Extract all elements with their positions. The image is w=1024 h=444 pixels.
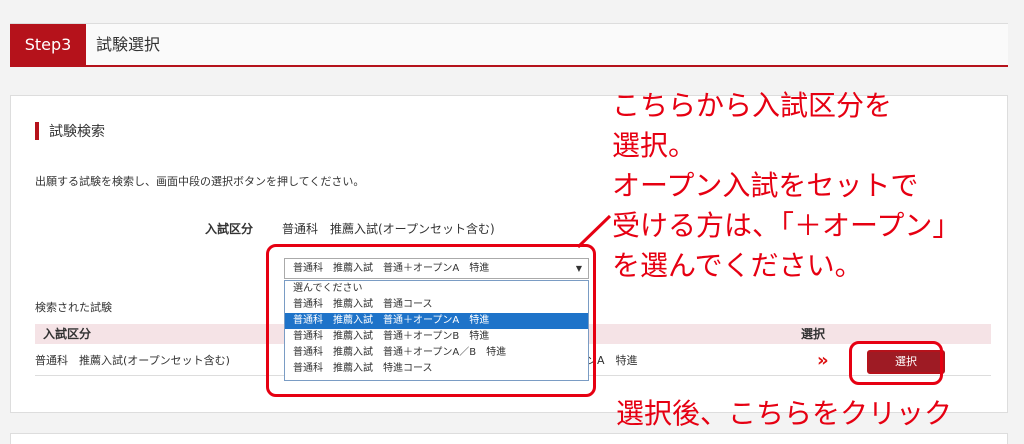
section-description: 出願する試験を検索し、画面中段の選択ボタンを押してください。 <box>35 175 365 188</box>
button-highlight-box <box>849 341 943 385</box>
entrance-category-label: 入試区分 <box>205 222 254 236</box>
row-category: 普通科 推薦入試(オープンセット含む) <box>35 354 230 367</box>
next-panel <box>10 433 1008 444</box>
step-badge: Step3 <box>10 24 86 66</box>
found-exams-label: 検索された試験 <box>35 301 112 314</box>
step-header: Step3 試験選択 <box>10 23 1008 67</box>
entrance-category-value: 普通科 推薦入試(オープンセット含む) <box>282 222 495 236</box>
step-title: 試験選択 <box>96 35 161 54</box>
click-annotation: 選択後、こちらをクリック <box>616 397 953 430</box>
dropdown-highlight-box <box>266 244 596 397</box>
section-title: 試験検索 <box>49 124 105 140</box>
chevron-right-icon: » <box>817 350 829 371</box>
section-accent-bar <box>35 122 39 140</box>
header-select: 選択 <box>801 327 826 341</box>
instruction-annotation: こちらから入試区分を 選択。 オープン入試をセットで 受ける方は、「＋オープン」… <box>612 89 961 282</box>
header-category: 入試区分 <box>43 327 92 341</box>
